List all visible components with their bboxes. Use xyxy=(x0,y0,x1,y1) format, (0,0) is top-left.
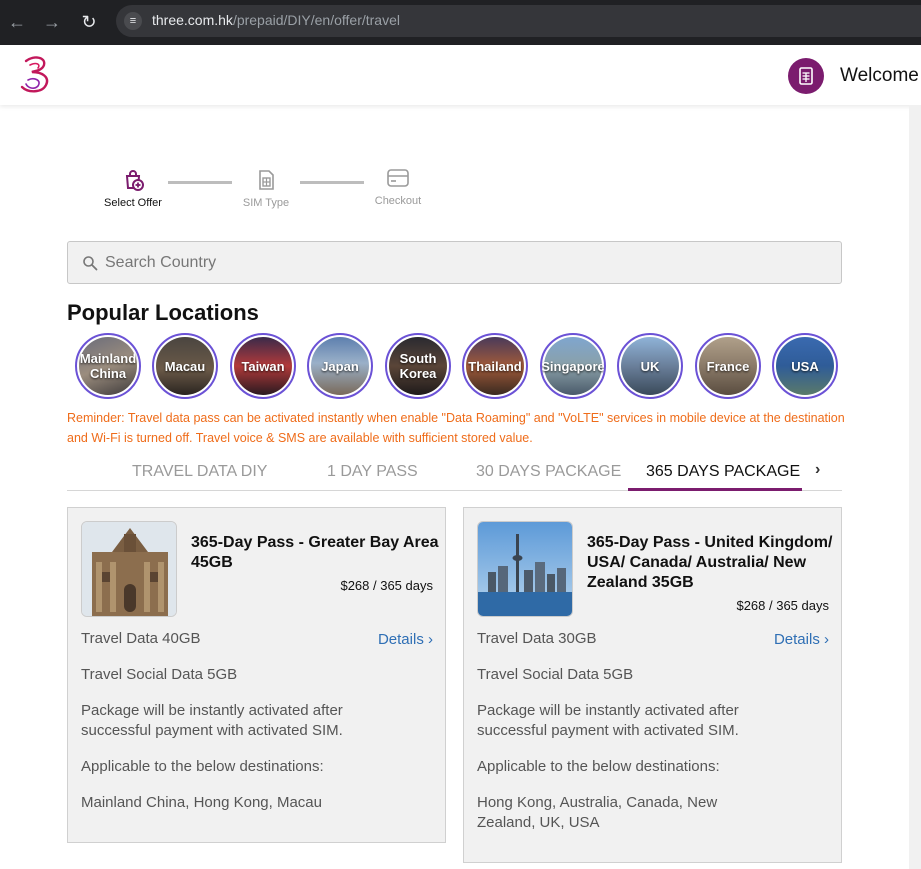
location-label: Thailand xyxy=(468,358,522,374)
location-label: South Korea xyxy=(399,351,437,381)
ruins-of-st-paul-image xyxy=(81,521,177,617)
details-link[interactable]: Details › xyxy=(378,631,433,648)
details-link[interactable]: Details › xyxy=(774,631,829,648)
address-bar[interactable]: ≡ three.com.hk/prepaid/DIY/en/offer/trav… xyxy=(116,5,921,37)
site-header: Welcome xyxy=(0,45,921,105)
active-tab-indicator xyxy=(628,488,802,491)
package-tabs: TRAVEL DATA DIY 1 DAY PASS 30 DAYS PACKA… xyxy=(67,455,842,491)
step-connector xyxy=(168,181,232,184)
location-singapore[interactable]: Singapore xyxy=(540,333,606,399)
search-country-input[interactable]: Search Country xyxy=(67,241,842,284)
location-taiwan[interactable]: Taiwan xyxy=(230,333,296,399)
three-logo-icon[interactable] xyxy=(16,53,56,97)
location-label: Macau xyxy=(164,358,206,374)
step-connector xyxy=(300,181,364,184)
site-settings-icon[interactable]: ≡ xyxy=(124,12,142,30)
sim-card-icon xyxy=(259,170,274,190)
scrollbar-track[interactable] xyxy=(909,105,921,869)
destinations-list: Mainland China, Hong Kong, Macau xyxy=(81,794,322,811)
applicable-label: Applicable to the below destinations: xyxy=(81,758,324,775)
package-title: 365-Day Pass - United Kingdom/ USA/ Cana… xyxy=(587,534,833,591)
package-card[interactable]: 365-Day Pass - Greater Bay Area 45GB $26… xyxy=(67,507,446,843)
location-usa[interactable]: USA xyxy=(772,333,838,399)
popular-locations-title: Popular Locations xyxy=(67,300,259,325)
browser-toolbar: ← → ↻ ≡ three.com.hk/prepaid/DIY/en/offe… xyxy=(0,0,921,45)
search-placeholder: Search Country xyxy=(105,254,217,271)
details-label: Details xyxy=(377,631,424,648)
forward-arrow-icon[interactable]: → xyxy=(40,10,64,34)
tab-365-days-package[interactable]: 365 DAYS PACKAGE xyxy=(646,463,800,481)
back-arrow-icon[interactable]: ← xyxy=(5,10,29,34)
reminder-text: Reminder: Travel data pass can be activa… xyxy=(67,411,845,445)
chevron-right-icon[interactable]: › xyxy=(815,461,820,479)
package-price: $268 / 365 days xyxy=(340,578,433,593)
step-sim-type: SIM Type xyxy=(236,168,296,209)
location-france[interactable]: France xyxy=(695,333,761,399)
tab-travel-data-diy[interactable]: TRAVEL DATA DIY xyxy=(132,463,267,481)
travel-data-line: Travel Data 40GB xyxy=(81,630,201,647)
sim-card-icon[interactable] xyxy=(788,58,824,94)
social-data-line: Travel Social Data 5GB xyxy=(477,666,634,683)
location-label: Singapore xyxy=(541,358,605,374)
chevron-right-icon: › xyxy=(824,631,829,648)
shopping-bag-add-icon xyxy=(125,170,144,191)
applicable-label: Applicable to the below destinations: xyxy=(477,758,720,775)
social-data-line: Travel Social Data 5GB xyxy=(81,666,238,683)
welcome-text[interactable]: Welcome xyxy=(840,65,919,87)
details-label: Details xyxy=(773,631,820,648)
location-japan[interactable]: Japan xyxy=(307,333,373,399)
location-south-korea[interactable]: South Korea xyxy=(385,333,451,399)
activation-note: Package will be instantly activated afte… xyxy=(81,702,343,739)
location-label: UK xyxy=(640,358,660,374)
location-label: USA xyxy=(791,358,819,374)
destinations-list: Hong Kong, Australia, Canada, New Zealan… xyxy=(477,794,718,831)
url-host: three.com.hk xyxy=(152,12,233,28)
step-checkout: Checkout xyxy=(368,166,428,207)
package-title: 365-Day Pass - Greater Bay Area 45GB xyxy=(191,534,439,571)
step-label: SIM Type xyxy=(242,197,290,209)
location-thailand[interactable]: Thailand xyxy=(462,333,528,399)
location-label: Japan xyxy=(321,358,359,374)
toronto-skyline-image xyxy=(477,521,573,617)
location-label: France xyxy=(706,358,750,374)
tab-30-days-package[interactable]: 30 DAYS PACKAGE xyxy=(476,463,621,481)
package-price: $268 / 365 days xyxy=(736,598,829,613)
location-label: Taiwan xyxy=(241,358,285,374)
credit-card-icon xyxy=(387,169,409,187)
tab-1-day-pass[interactable]: 1 DAY PASS xyxy=(327,463,418,481)
url-path: /prepaid/DIY/en/offer/travel xyxy=(232,12,400,28)
location-macau[interactable]: Macau xyxy=(152,333,218,399)
search-icon xyxy=(83,256,98,271)
step-select-offer: Select Offer xyxy=(96,168,170,209)
activation-note: Package will be instantly activated afte… xyxy=(477,702,739,739)
location-label: Mainland China xyxy=(79,351,137,381)
reload-icon[interactable]: ↻ xyxy=(77,10,101,34)
location-mainland-china[interactable]: Mainland China xyxy=(75,333,141,399)
location-uk[interactable]: UK xyxy=(617,333,683,399)
step-label: Checkout xyxy=(374,195,422,207)
url-text[interactable]: three.com.hk/prepaid/DIY/en/offer/travel xyxy=(152,12,400,28)
chevron-right-icon: › xyxy=(428,631,433,648)
travel-data-line: Travel Data 30GB xyxy=(477,630,597,647)
step-label: Select Offer xyxy=(104,197,162,209)
package-card[interactable]: 365-Day Pass - United Kingdom/ USA/ Cana… xyxy=(463,507,842,863)
